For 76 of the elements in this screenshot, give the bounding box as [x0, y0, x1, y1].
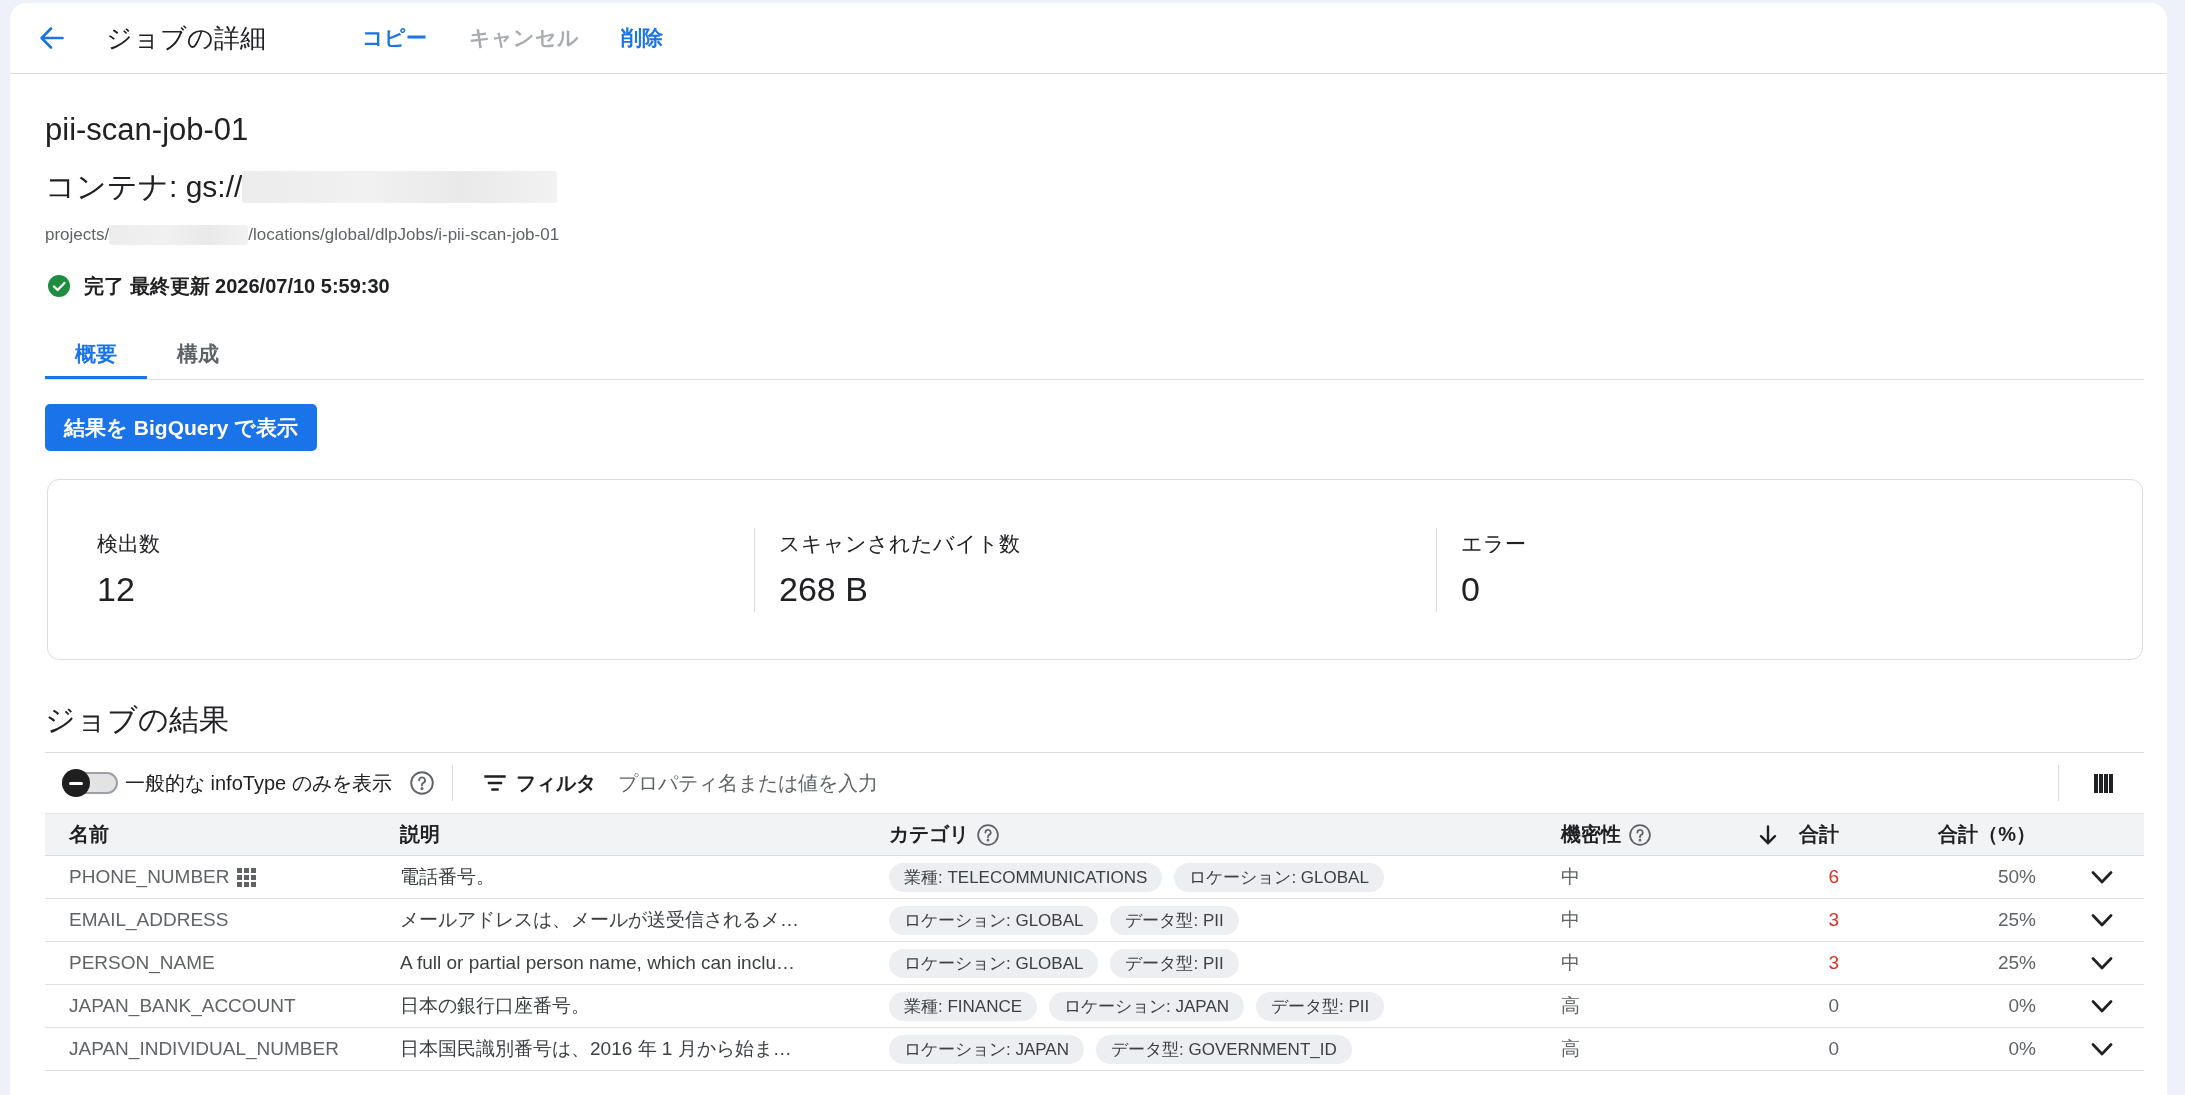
infotype-name: PHONE_NUMBER	[69, 866, 230, 888]
category-chip: データ型: PII	[1110, 905, 1239, 935]
column-header[interactable]: 合計（%）	[1938, 821, 2036, 848]
category-chip: ロケーション: GLOBAL	[889, 948, 1099, 978]
description-text: 電話番号。	[400, 865, 495, 889]
description-text: 日本の銀行口座番号。	[400, 994, 590, 1018]
container-label: コンテナ: gs://	[45, 169, 243, 205]
column-header[interactable]: 説明	[400, 821, 440, 848]
header-action-link[interactable]: 削除	[611, 20, 673, 56]
infotype-name: EMAIL_ADDRESS	[69, 909, 229, 931]
chevron-down-icon[interactable]	[2091, 956, 2113, 970]
description-text: A full or partial person name, which can inclu…	[400, 952, 795, 974]
category-chip: ロケーション: GLOBAL	[889, 905, 1099, 935]
stat-value: 0	[1461, 569, 1480, 609]
total-percent: 0%	[2008, 995, 2036, 1017]
toggle-label: 一般的な infoType のみを表示	[125, 770, 392, 796]
sensitivity-text: 中	[1561, 951, 1580, 975]
help-icon[interactable]	[1629, 823, 1651, 846]
description-text: 日本国民識別番号は、2016 年 1 月から始ま…	[400, 1037, 792, 1061]
category-chip: データ型: PII	[1256, 991, 1385, 1021]
path-text: /locations/global/dlpJobs/i-pii-scan-job-01	[248, 225, 560, 245]
chevron-down-icon[interactable]	[2091, 870, 2113, 884]
columns-icon[interactable]	[2094, 773, 2113, 793]
chevron-down-icon[interactable]	[2091, 1042, 2113, 1056]
job-name-title: pii-scan-job-01	[45, 111, 249, 149]
total-count: 3	[1828, 909, 1839, 931]
total-percent: 50%	[1997, 866, 2036, 888]
back-icon[interactable]	[40, 27, 64, 49]
column-header[interactable]: 名前	[69, 821, 109, 848]
column-header[interactable]: カテゴリ	[889, 821, 999, 848]
chevron-down-icon[interactable]	[2091, 999, 2113, 1013]
help-icon[interactable]	[409, 771, 434, 795]
total-percent: 25%	[1997, 909, 2036, 931]
stat-label: 検出数	[97, 531, 160, 557]
filter-label: フィルタ	[515, 770, 596, 796]
category-chip: 業種: TELECOMMUNICATIONS	[889, 862, 1163, 892]
tab[interactable]: 構成	[147, 328, 249, 379]
filter-icon[interactable]	[483, 775, 506, 791]
sensitivity-text: 中	[1561, 865, 1580, 889]
description-text: メールアドレスは、メールが送受信されるメ…	[400, 908, 799, 932]
total-count: 0	[1828, 995, 1839, 1017]
status-text: 完了 最終更新 2026/07/10 5:59:30	[84, 273, 390, 299]
infotype-name: JAPAN_BANK_ACCOUNT	[69, 995, 296, 1017]
tab[interactable]: 概要	[45, 328, 147, 379]
path-text: projects/	[45, 225, 110, 245]
toggle-switch[interactable]	[62, 769, 118, 797]
stat-label: スキャンされたバイト数	[779, 531, 1020, 557]
column-header[interactable]: 機密性	[1561, 821, 1651, 848]
view-results-button[interactable]: 結果を BigQuery で表示	[45, 404, 318, 451]
section-title: ジョブの結果	[45, 702, 229, 738]
arrow-down-icon	[1759, 824, 1777, 845]
total-count: 6	[1828, 866, 1839, 888]
header-action-link[interactable]: コピー	[352, 20, 437, 56]
category-chip: ロケーション: JAPAN	[1049, 991, 1245, 1021]
total-count: 0	[1828, 1038, 1839, 1060]
stat-value: 268 B	[779, 569, 868, 609]
total-percent: 25%	[1997, 952, 2036, 974]
infotype-name: JAPAN_INDIVIDUAL_NUMBER	[69, 1038, 339, 1060]
stat-label: エラー	[1461, 531, 1526, 557]
category-chip: データ型: GOVERNMENT_ID	[1096, 1034, 1352, 1064]
help-icon[interactable]	[977, 823, 999, 846]
filter-input[interactable]: プロパティ名または値を入力	[617, 765, 2058, 801]
infotype-name: PERSON_NAME	[69, 952, 215, 974]
category-chip: ロケーション: GLOBAL	[1174, 862, 1384, 892]
category-chip: ロケーション: JAPAN	[889, 1034, 1084, 1064]
sensitivity-text: 高	[1561, 994, 1580, 1018]
chevron-down-icon[interactable]	[2091, 913, 2113, 927]
page-title: ジョブの詳細	[106, 21, 266, 55]
category-chip: 業種: FINANCE	[889, 991, 1038, 1021]
total-count: 3	[1828, 952, 1839, 974]
sensitivity-text: 高	[1561, 1037, 1580, 1061]
column-header[interactable]: 合計	[1759, 821, 1839, 848]
stat-value: 12	[97, 569, 135, 609]
category-chip: データ型: PII	[1110, 948, 1239, 978]
sensitivity-text: 中	[1561, 908, 1580, 932]
total-percent: 0%	[2008, 1038, 2036, 1060]
